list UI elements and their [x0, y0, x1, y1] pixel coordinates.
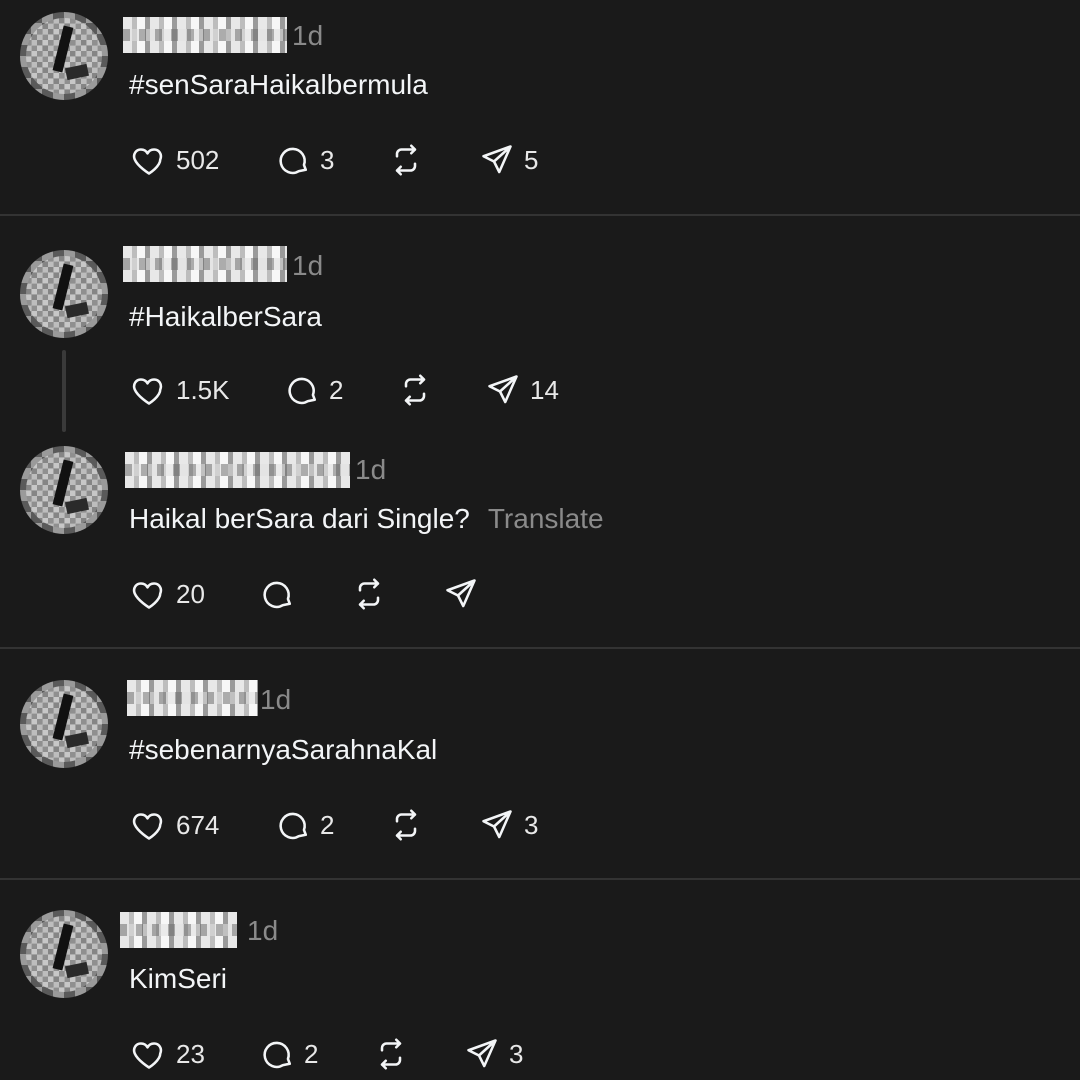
heart-icon	[132, 1042, 163, 1069]
reply-count: 2	[329, 374, 344, 405]
repost-button[interactable]	[387, 140, 425, 180]
share-count: 3	[509, 1038, 524, 1069]
username-pixelated[interactable]	[120, 912, 237, 948]
like-button[interactable]: 23	[130, 1034, 205, 1074]
send-icon	[482, 145, 512, 174]
reply-button[interactable]	[258, 574, 296, 614]
divider	[0, 647, 1080, 649]
like-button[interactable]: 20	[130, 574, 205, 614]
like-button[interactable]: 502	[130, 140, 219, 180]
send-icon	[482, 810, 512, 839]
username-pixelated[interactable]	[123, 17, 287, 53]
avatar[interactable]	[20, 12, 108, 100]
repost-button[interactable]	[396, 370, 434, 410]
username-pixelated[interactable]	[123, 246, 287, 282]
comment-icon	[279, 812, 308, 840]
repost-button[interactable]	[372, 1034, 410, 1074]
post-text: #senSaraHaikalbermula	[129, 69, 428, 100]
like-count: 674	[176, 809, 220, 840]
post-time: 1d	[292, 250, 324, 281]
reply-count: 2	[304, 1038, 319, 1069]
post-text: Haikal berSara dari Single? Translate	[129, 503, 604, 535]
post-time: 1d	[260, 684, 292, 715]
username-pixelated[interactable]	[125, 452, 350, 488]
repost-icon	[358, 578, 380, 610]
post-time: 1d	[292, 20, 324, 51]
repost-icon	[404, 374, 426, 406]
post-text: #HaikalberSara	[129, 301, 322, 332]
repost-icon	[395, 809, 417, 841]
send-icon	[446, 579, 476, 608]
send-icon	[467, 1039, 497, 1068]
comment-icon	[279, 147, 308, 175]
heart-icon	[132, 148, 163, 175]
repost-button[interactable]	[387, 805, 425, 845]
post-text: KimSeri	[129, 963, 228, 994]
repost-icon	[395, 144, 417, 176]
share-button[interactable]	[442, 574, 480, 614]
post-time: 1d	[355, 454, 387, 485]
translate-link[interactable]: Translate	[488, 503, 604, 534]
reply-count: 2	[320, 809, 335, 840]
reply-button[interactable]: 2	[274, 805, 334, 845]
avatar[interactable]	[20, 680, 108, 768]
repost-icon	[380, 1038, 402, 1070]
like-button[interactable]: 1.5K	[130, 370, 230, 410]
comment-icon	[263, 1041, 292, 1069]
reply-button[interactable]: 2	[258, 1034, 318, 1074]
reply-count: 3	[320, 144, 335, 175]
share-button[interactable]: 3	[478, 805, 538, 845]
avatar[interactable]	[20, 250, 108, 338]
avatar[interactable]	[20, 910, 108, 998]
like-count: 20	[176, 578, 205, 609]
repost-button[interactable]	[350, 574, 388, 614]
comment-icon	[263, 581, 292, 609]
like-count: 1.5K	[176, 374, 230, 405]
post-text: #sebenarnyaSarahnaKal	[129, 734, 438, 765]
post-text-content: Haikal berSara dari Single?	[129, 503, 470, 534]
divider	[0, 214, 1080, 216]
username-pixelated[interactable]	[127, 680, 258, 716]
reply-button[interactable]: 3	[274, 140, 334, 180]
post-time: 1d	[247, 915, 279, 946]
like-button[interactable]: 674	[130, 805, 219, 845]
divider	[0, 878, 1080, 880]
reply-button[interactable]: 2	[283, 370, 343, 410]
like-count: 502	[176, 144, 220, 175]
comment-icon	[288, 377, 317, 405]
share-count: 3	[524, 809, 539, 840]
send-icon	[488, 375, 518, 404]
heart-icon	[132, 813, 163, 840]
share-count: 5	[524, 144, 539, 175]
share-count: 14	[530, 374, 559, 405]
heart-icon	[132, 582, 163, 609]
share-button[interactable]: 5	[478, 140, 538, 180]
like-count: 23	[176, 1038, 205, 1069]
share-button[interactable]: 3	[463, 1034, 523, 1074]
heart-icon	[132, 378, 163, 405]
share-button[interactable]: 14	[484, 370, 559, 410]
thread-connector	[62, 350, 66, 432]
avatar[interactable]	[20, 446, 108, 534]
